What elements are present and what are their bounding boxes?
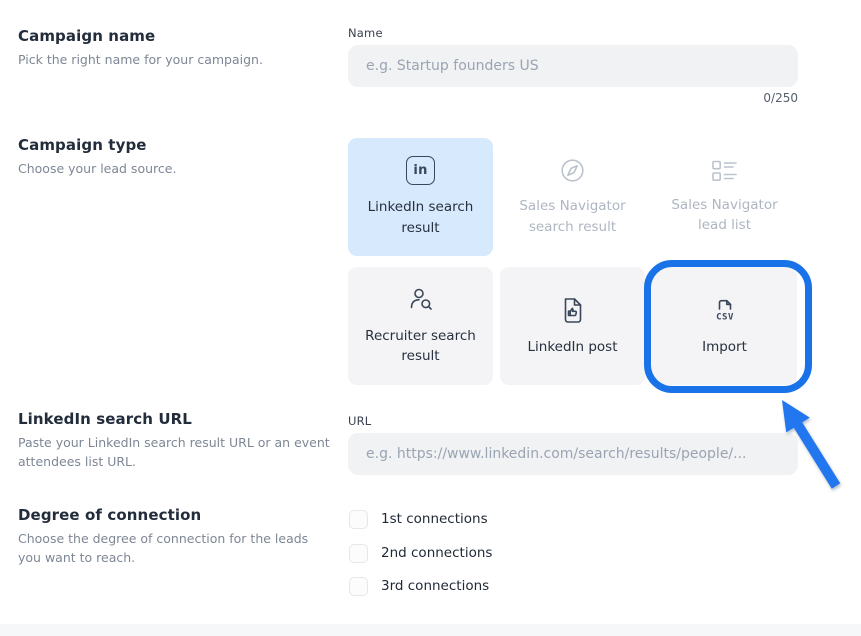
section-degree-of-connection: Degree of connection Choose the degree o… <box>18 506 330 568</box>
checkbox-3rd-connections[interactable] <box>349 577 368 596</box>
section-campaign-name: Campaign name Pick the right name for yo… <box>18 27 330 70</box>
svg-text:CSV: CSV <box>716 312 734 322</box>
card-sales-navigator-lead-list[interactable]: Sales Navigator lead list <box>652 138 797 256</box>
url-field-label: URL <box>348 414 371 428</box>
pointer-arrow <box>778 398 850 496</box>
degree-of-connection-description: Choose the degree of connection for the … <box>18 530 330 568</box>
character-counter: 0/250 <box>648 91 798 105</box>
card-label: Import <box>692 337 757 357</box>
linkedin-search-url-title: LinkedIn search URL <box>18 410 330 428</box>
card-recruiter-search-result[interactable]: Recruiter search result <box>348 267 493 385</box>
person-search-icon <box>407 286 435 314</box>
campaign-type-description: Choose your lead source. <box>18 160 330 179</box>
checkbox-row-2nd-connections: 2nd connections <box>349 543 492 563</box>
card-label: Recruiter search result <box>348 326 493 367</box>
checkbox-label: 2nd connections <box>381 545 492 561</box>
linkedin-badge-icon: in <box>406 156 435 185</box>
lead-list-icon <box>710 159 740 183</box>
section-campaign-type: Campaign type Choose your lead source. <box>18 136 330 179</box>
card-linkedin-post[interactable]: LinkedIn post <box>500 267 645 385</box>
checkbox-label: 1st connections <box>381 511 488 527</box>
name-field-label: Name <box>348 26 383 40</box>
checkbox-2nd-connections[interactable] <box>349 544 368 563</box>
card-label: Sales Navigator search result <box>500 196 645 237</box>
card-import-csv[interactable]: CSV Import <box>652 267 797 385</box>
card-linkedin-search-result[interactable]: in LinkedIn search result <box>348 138 493 256</box>
next-section-divider <box>0 624 861 636</box>
campaign-name-title: Campaign name <box>18 27 330 45</box>
compass-icon <box>559 157 586 184</box>
campaign-name-description: Pick the right name for your campaign. <box>18 51 330 70</box>
card-label: LinkedIn post <box>517 337 627 357</box>
degree-of-connection-title: Degree of connection <box>18 506 330 524</box>
card-label: Sales Navigator lead list <box>652 195 797 236</box>
checkbox-row-3rd-connections: 3rd connections <box>349 576 489 596</box>
linkedin-search-url-input[interactable] <box>348 433 798 475</box>
post-thumbs-up-icon <box>559 295 586 325</box>
card-label: LinkedIn search result <box>348 197 493 238</box>
campaign-name-input[interactable] <box>348 45 798 87</box>
section-linkedin-search-url: LinkedIn search URL Paste your LinkedIn … <box>18 410 330 472</box>
campaign-type-title: Campaign type <box>18 136 330 154</box>
checkbox-label: 3rd connections <box>381 578 489 594</box>
checkbox-row-1st-connections: 1st connections <box>349 509 488 529</box>
card-sales-navigator-search-result[interactable]: Sales Navigator search result <box>500 138 645 256</box>
checkbox-1st-connections[interactable] <box>349 510 368 529</box>
linkedin-search-url-description: Paste your LinkedIn search result URL or… <box>18 434 330 472</box>
csv-file-icon: CSV <box>710 295 740 325</box>
